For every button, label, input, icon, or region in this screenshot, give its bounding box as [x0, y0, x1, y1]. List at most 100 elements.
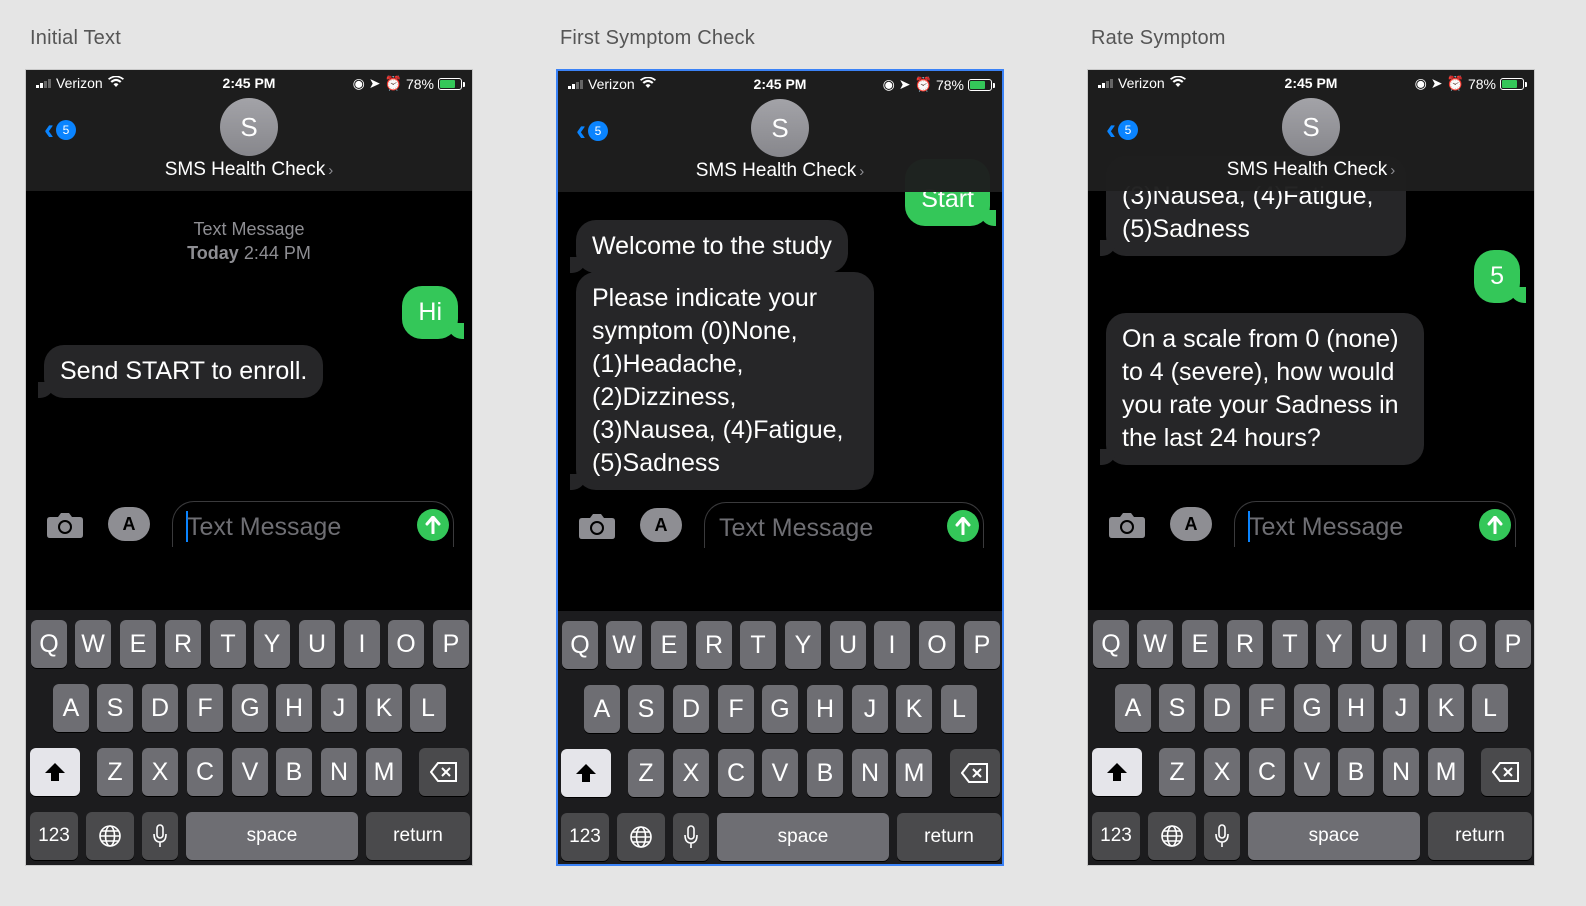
send-button[interactable] [1479, 509, 1511, 541]
key-z[interactable]: Z [1159, 748, 1195, 796]
key-s[interactable]: S [97, 684, 133, 732]
key-r[interactable]: R [165, 620, 201, 668]
key-d[interactable]: D [673, 685, 709, 733]
back-button[interactable]: ‹ 5 [576, 116, 608, 146]
key-g[interactable]: G [1294, 684, 1330, 732]
key-v[interactable]: V [232, 748, 268, 796]
key-u[interactable]: U [830, 621, 866, 669]
key-e[interactable]: E [1182, 620, 1218, 668]
key-x[interactable]: X [142, 748, 178, 796]
key-k[interactable]: K [366, 684, 402, 732]
key-j[interactable]: J [321, 684, 357, 732]
send-button[interactable] [947, 510, 979, 542]
key-w[interactable]: W [1137, 620, 1173, 668]
key-c[interactable]: C [1249, 748, 1285, 796]
key-k[interactable]: K [896, 685, 932, 733]
backspace-key[interactable] [419, 748, 469, 796]
key-u[interactable]: U [299, 620, 335, 668]
key-n[interactable]: N [852, 749, 888, 797]
key-n[interactable]: N [1383, 748, 1419, 796]
message-thread[interactable]: Text Message Today 2:44 PM Hi Send START… [26, 191, 472, 501]
key-f[interactable]: F [187, 684, 223, 732]
key-k[interactable]: K [1428, 684, 1464, 732]
numbers-key[interactable]: 123 [561, 813, 609, 861]
app-store-icon[interactable]: A [1170, 507, 1212, 541]
key-t[interactable]: T [1272, 620, 1308, 668]
key-y[interactable]: Y [254, 620, 290, 668]
key-h[interactable]: H [1338, 684, 1374, 732]
message-input-field[interactable] [1234, 501, 1516, 547]
shift-key[interactable] [561, 749, 611, 797]
key-z[interactable]: Z [97, 748, 133, 796]
avatar[interactable]: S [220, 98, 278, 156]
outgoing-message[interactable]: 5 [1474, 250, 1526, 303]
key-q[interactable]: Q [562, 621, 598, 669]
backspace-key[interactable] [950, 749, 1000, 797]
key-l[interactable]: L [410, 684, 446, 732]
space-key[interactable]: space [717, 813, 889, 861]
key-w[interactable]: W [75, 620, 111, 668]
key-o[interactable]: O [1450, 620, 1486, 668]
key-w[interactable]: W [606, 621, 642, 669]
key-l[interactable]: L [1472, 684, 1508, 732]
key-t[interactable]: T [740, 621, 776, 669]
key-x[interactable]: X [673, 749, 709, 797]
key-s[interactable]: S [1159, 684, 1195, 732]
key-a[interactable]: A [584, 685, 620, 733]
key-p[interactable]: P [964, 621, 1000, 669]
message-input[interactable] [185, 510, 409, 544]
incoming-message[interactable]: Send START to enroll. [37, 345, 324, 398]
key-t[interactable]: T [210, 620, 246, 668]
numbers-key[interactable]: 123 [1092, 812, 1140, 860]
key-d[interactable]: D [1204, 684, 1240, 732]
return-key[interactable]: return [366, 812, 470, 860]
key-i[interactable]: I [344, 620, 380, 668]
globe-key[interactable] [1148, 812, 1196, 860]
key-p[interactable]: P [1495, 620, 1531, 668]
key-c[interactable]: C [187, 748, 223, 796]
space-key[interactable]: space [186, 812, 358, 860]
contact-name[interactable]: SMS Health Check › [26, 159, 472, 181]
key-y[interactable]: Y [785, 621, 821, 669]
key-g[interactable]: G [232, 684, 268, 732]
return-key[interactable]: return [1428, 812, 1532, 860]
key-e[interactable]: E [120, 620, 156, 668]
key-j[interactable]: J [852, 685, 888, 733]
return-key[interactable]: return [897, 813, 1001, 861]
key-b[interactable]: B [276, 748, 312, 796]
back-button[interactable]: ‹ 5 [44, 115, 76, 145]
app-store-icon[interactable]: A [108, 507, 150, 541]
key-m[interactable]: M [896, 749, 932, 797]
microphone-key[interactable] [142, 812, 178, 860]
microphone-key[interactable] [673, 813, 709, 861]
key-e[interactable]: E [651, 621, 687, 669]
camera-icon[interactable] [1108, 511, 1146, 539]
shift-key[interactable] [30, 748, 80, 796]
key-m[interactable]: M [366, 748, 402, 796]
key-f[interactable]: F [1249, 684, 1285, 732]
camera-icon[interactable] [578, 512, 616, 540]
key-d[interactable]: D [142, 684, 178, 732]
key-b[interactable]: B [807, 749, 843, 797]
app-store-icon[interactable]: A [640, 508, 682, 542]
key-a[interactable]: A [53, 684, 89, 732]
key-m[interactable]: M [1428, 748, 1464, 796]
globe-key[interactable] [617, 813, 665, 861]
key-q[interactable]: Q [1093, 620, 1129, 668]
incoming-message[interactable]: On a scale from 0 (none) to 4 (severe), … [1100, 313, 1424, 465]
key-h[interactable]: H [807, 685, 843, 733]
key-i[interactable]: I [1406, 620, 1442, 668]
numbers-key[interactable]: 123 [30, 812, 78, 860]
key-o[interactable]: O [388, 620, 424, 668]
key-r[interactable]: R [1227, 620, 1263, 668]
avatar[interactable]: S [751, 99, 809, 157]
send-button[interactable] [417, 509, 449, 541]
key-s[interactable]: S [628, 685, 664, 733]
microphone-key[interactable] [1204, 812, 1240, 860]
key-g[interactable]: G [762, 685, 798, 733]
outgoing-message[interactable]: Hi [402, 286, 464, 339]
shift-key[interactable] [1092, 748, 1142, 796]
key-j[interactable]: J [1383, 684, 1419, 732]
key-z[interactable]: Z [628, 749, 664, 797]
key-b[interactable]: B [1338, 748, 1374, 796]
